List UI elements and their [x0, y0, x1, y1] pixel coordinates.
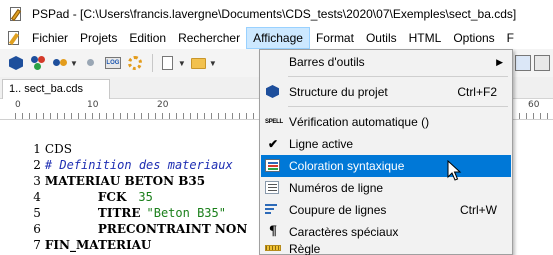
- menu-item-syntax-coloring[interactable]: Coloration syntaxique: [261, 155, 511, 177]
- spell-check-icon: SPELL: [265, 119, 283, 125]
- line-number: 7: [33, 238, 41, 252]
- menu-item-label: Numéros de ligne: [289, 181, 384, 195]
- syntax-color-icon: [265, 158, 281, 174]
- project-settings-button[interactable]: [50, 53, 70, 73]
- project-button[interactable]: [6, 53, 26, 73]
- chevron-down-icon[interactable]: ▼: [209, 59, 217, 68]
- new-document-icon: [162, 56, 174, 70]
- affichage-dropdown-menu: Barres d'outils ▶ Structure du projet Ct…: [259, 49, 513, 255]
- log-button[interactable]: LOG: [103, 53, 123, 73]
- word-wrap-icon: [265, 202, 281, 218]
- ruler-label: 10: [87, 100, 99, 110]
- settings-dots-icon: [53, 56, 67, 70]
- code-line: 3 MATERIAU BETON B35: [0, 157, 205, 188]
- ruler-label: 0: [15, 100, 21, 110]
- menu-options[interactable]: Options: [447, 27, 500, 49]
- menu-html[interactable]: HTML: [403, 27, 448, 49]
- code-line: 6 PRECONTRAINT NON: [0, 205, 247, 236]
- print-button[interactable]: [534, 55, 550, 71]
- menu-affichage[interactable]: Affichage: [246, 27, 310, 49]
- ruler-label: 60: [528, 100, 540, 110]
- settings-button[interactable]: [125, 53, 145, 73]
- gear-icon: [127, 56, 142, 70]
- ruler-icon: [265, 240, 281, 255]
- pspad-app-icon[interactable]: [8, 6, 24, 22]
- menu-rechercher[interactable]: Rechercher: [172, 27, 246, 49]
- hexagon-icon: [9, 56, 23, 70]
- mouse-pointer-icon: [447, 160, 462, 181]
- menu-item-label: Vérification automatique (): [289, 115, 430, 129]
- menu-fichier[interactable]: Fichier: [26, 27, 74, 49]
- menu-outils[interactable]: Outils: [360, 27, 403, 49]
- window-title: PSPad - [C:\Users\francis.lavergne\Docum…: [32, 6, 517, 21]
- menu-item-shortcut: Ctrl+W: [460, 203, 497, 217]
- document-menu-icon[interactable]: [6, 30, 22, 46]
- title-bar: PSPad - [C:\Users\francis.lavergne\Docum…: [0, 0, 553, 27]
- menu-item-shortcut: Ctrl+F2: [457, 85, 497, 99]
- code-line: 4 FCK 35: [0, 173, 153, 204]
- menu-projets[interactable]: Projets: [74, 27, 123, 49]
- menu-item-ruler[interactable]: Règle: [261, 232, 511, 255]
- menu-separator: [288, 106, 508, 107]
- code-line: 2 # Definition des materiaux: [0, 141, 232, 172]
- menu-separator: [288, 76, 508, 77]
- open-file-button[interactable]: [189, 53, 209, 73]
- checkmark-icon: ✔: [267, 137, 279, 151]
- code-line: 5 TITRE "Beton B35": [0, 189, 226, 220]
- gray-dot-icon: [84, 56, 98, 70]
- menu-item-label: Structure du projet: [289, 85, 388, 99]
- line-numbers-icon: [265, 180, 281, 196]
- menu-bar: Fichier Projets Edition Rechercher Affic…: [0, 27, 553, 49]
- menu-item-active-line[interactable]: ✔ Ligne active: [261, 133, 511, 155]
- ruler-label: 20: [157, 100, 169, 110]
- menu-item-toolbars[interactable]: Barres d'outils ▶: [261, 51, 511, 73]
- menu-item-label: Coupure de lignes: [289, 203, 387, 217]
- menu-format[interactable]: Format: [310, 27, 360, 49]
- menu-item-label: Barres d'outils: [289, 55, 365, 69]
- tab-sect-ba[interactable]: 1.. sect_ba.cds: [2, 79, 110, 99]
- log-icon: LOG: [104, 57, 121, 69]
- toolbar-separator: [151, 54, 153, 72]
- open-project-button[interactable]: [28, 53, 48, 73]
- menu-item-spell-check[interactable]: SPELL Vérification automatique (): [261, 111, 511, 133]
- chevron-down-icon[interactable]: ▼: [178, 59, 186, 68]
- menu-item-label: Coloration syntaxique: [289, 159, 405, 173]
- menu-item-word-wrap[interactable]: Coupure de lignes Ctrl+W: [261, 199, 511, 221]
- menu-f-truncated[interactable]: F: [501, 27, 520, 49]
- menu-item-line-numbers[interactable]: Numéros de ligne: [261, 177, 511, 199]
- folder-icon: [191, 57, 207, 69]
- chevron-down-icon[interactable]: ▼: [70, 59, 78, 68]
- save-button[interactable]: [515, 55, 531, 71]
- code-text: FIN_MATERIAU: [44, 238, 152, 252]
- project-structure-icon: [265, 84, 281, 100]
- menu-edition[interactable]: Edition: [123, 27, 172, 49]
- code-line: 7 FIN_MATERIAU: [0, 221, 151, 252]
- toolbar-gray-button[interactable]: [81, 53, 101, 73]
- submenu-arrow-icon: ▶: [496, 57, 503, 67]
- colored-dots-icon: [31, 56, 45, 70]
- new-file-button[interactable]: [158, 53, 178, 73]
- menu-item-label: Règle: [289, 242, 321, 255]
- menu-item-project-structure[interactable]: Structure du projet Ctrl+F2: [261, 81, 511, 103]
- code-line: 1 CDS: [0, 125, 72, 156]
- menu-item-label: Ligne active: [289, 137, 354, 151]
